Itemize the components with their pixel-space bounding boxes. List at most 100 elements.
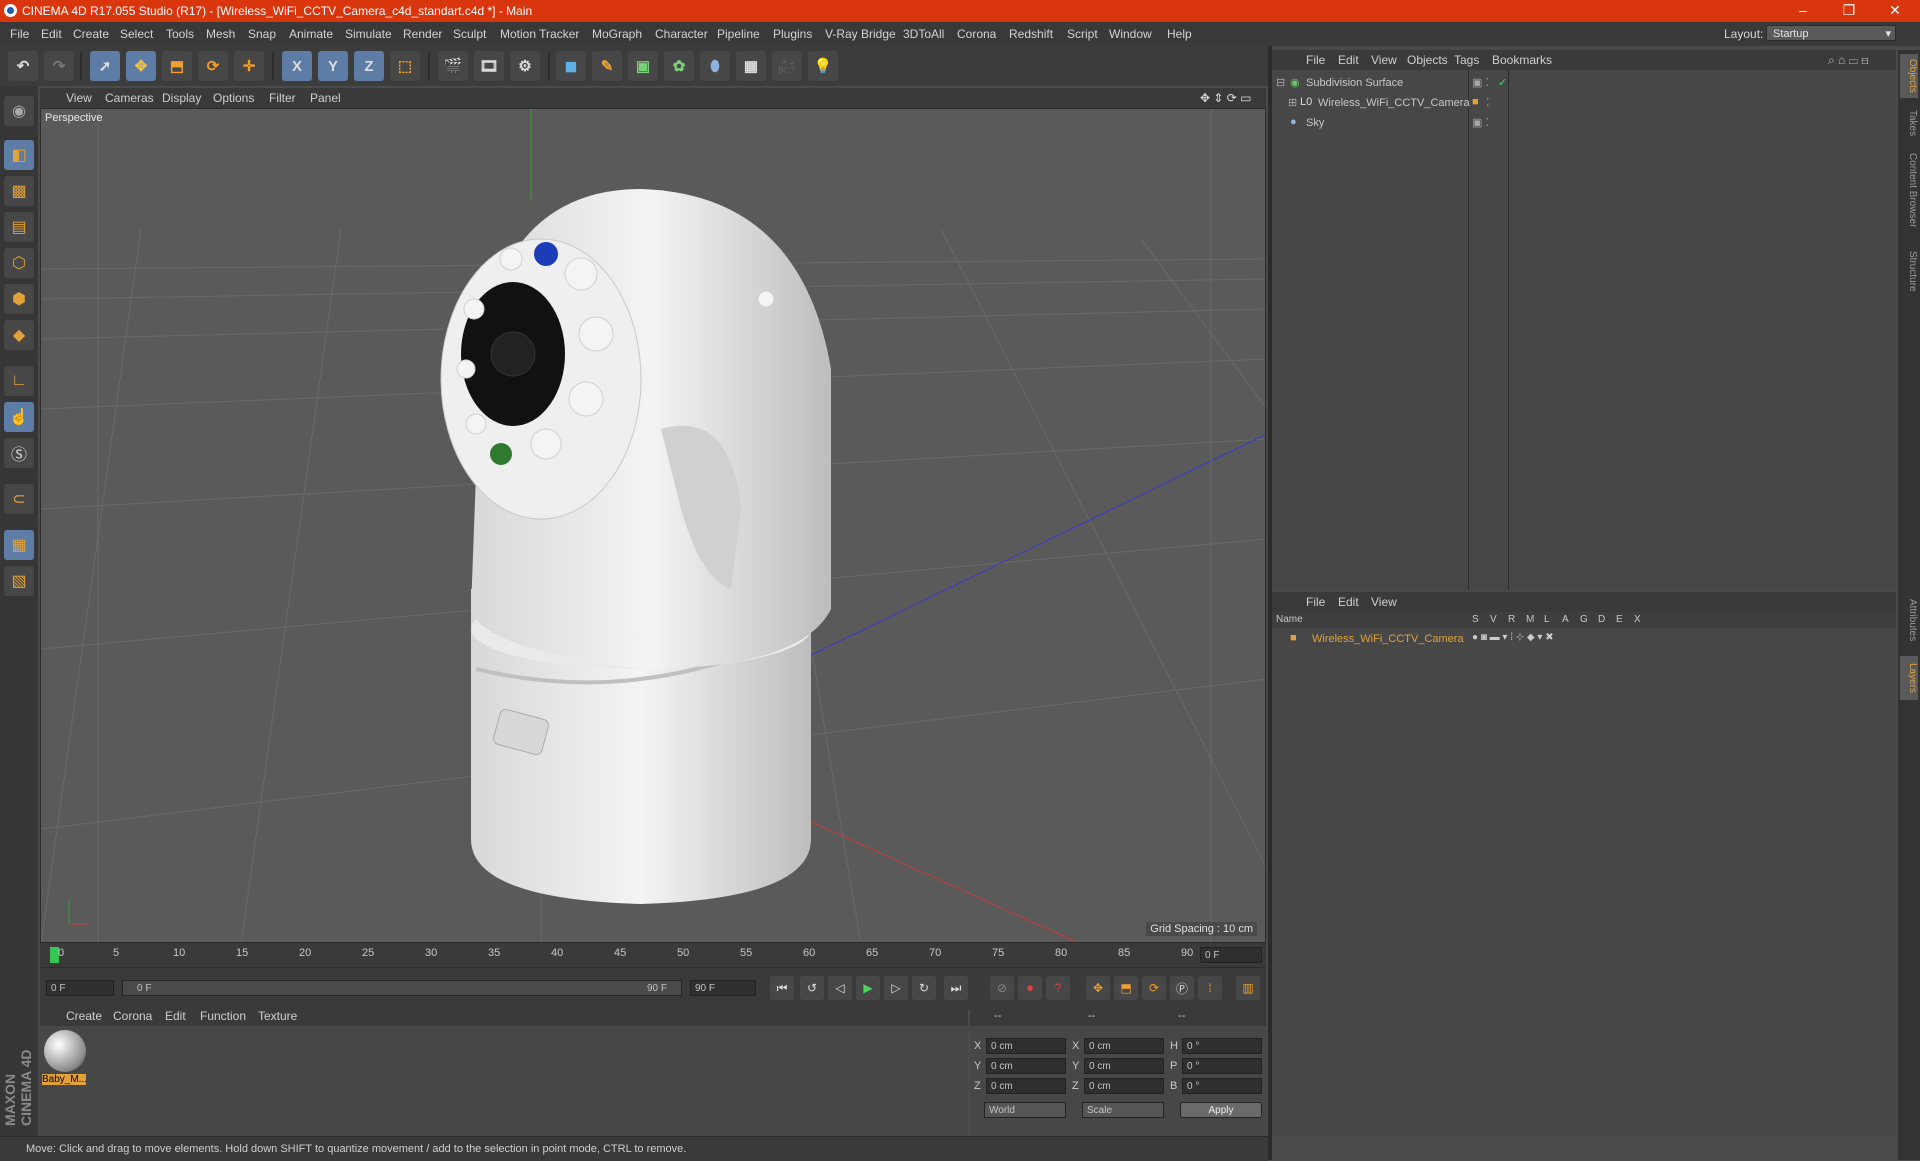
layer-color-swatch-icon[interactable]: ■: [1290, 632, 1297, 644]
menu-pipeline[interactable]: Pipeline: [717, 27, 760, 41]
key-point-level-icon[interactable]: ⁞: [1198, 976, 1222, 1000]
layer-toggle-icons[interactable]: ● ◙ ▬ ▾ ⁞ ⊹ ◆ ▾ ✖: [1472, 632, 1554, 643]
object-name[interactable]: Sky: [1306, 117, 1324, 129]
size-x-field[interactable]: 0 cm: [1084, 1038, 1164, 1054]
polygons-mode-icon[interactable]: ◆: [4, 320, 34, 350]
object-menu-file[interactable]: File: [1306, 53, 1325, 67]
move-tool-icon[interactable]: ✥: [126, 51, 156, 81]
viewport-nav-icons[interactable]: ✥ ⇕ ⟳ ▭: [1200, 91, 1252, 105]
material-preview-swatch[interactable]: [44, 1030, 86, 1072]
menu-simulate[interactable]: Simulate: [345, 27, 392, 41]
object-row[interactable]: ⊟ ◉ Subdivision Surface ▣ ⁚ ✓: [1272, 74, 1896, 93]
render-picture-viewer-icon[interactable]: 🎞: [474, 51, 504, 81]
object-menu-tags[interactable]: Tags: [1454, 53, 1479, 67]
object-menu-view[interactable]: View: [1371, 53, 1397, 67]
cloner-icon[interactable]: ✿: [664, 51, 694, 81]
menu-redshift[interactable]: Redshift: [1009, 27, 1053, 41]
viewport-menu-cameras[interactable]: Cameras: [105, 91, 154, 105]
render-view-icon[interactable]: 🎬: [438, 51, 468, 81]
tab-objects[interactable]: Objects: [1900, 54, 1918, 98]
edges-mode-icon[interactable]: ⬢: [4, 284, 34, 314]
layer-color-icon[interactable]: ■: [1472, 96, 1479, 108]
object-menu-edit[interactable]: Edit: [1338, 53, 1359, 67]
viewport-menu-display[interactable]: Display: [162, 91, 201, 105]
go-to-start-icon[interactable]: ⏮: [770, 976, 794, 1000]
viewport-menu-panel[interactable]: Panel: [310, 91, 341, 105]
material-menu-function[interactable]: Function: [200, 1009, 246, 1023]
perspective-viewport[interactable]: Perspective Grid Spacing : 10 cm: [40, 108, 1266, 943]
layer-name[interactable]: Wireless_WiFi_CCTV_Camera: [1312, 633, 1464, 645]
layer-row[interactable]: ■ Wireless_WiFi_CCTV_Camera ● ◙ ▬ ▾ ⁞ ⊹ …: [1272, 630, 1896, 649]
material-menu-texture[interactable]: Texture: [258, 1009, 297, 1023]
menu-vray-bridge[interactable]: V-Ray Bridge: [825, 27, 896, 41]
tab-takes[interactable]: Takes: [1900, 106, 1918, 140]
menu-script[interactable]: Script: [1067, 27, 1098, 41]
minimize-button[interactable]: –: [1780, 0, 1826, 22]
layer-menu-edit[interactable]: Edit: [1338, 595, 1359, 609]
tweak-mode-icon[interactable]: ☝: [4, 402, 34, 432]
redo-icon[interactable]: ↷: [44, 51, 74, 81]
axis-mode-icon[interactable]: ∟: [4, 366, 34, 396]
coordinate-mode-dropdown[interactable]: World: [984, 1102, 1066, 1118]
material-menu-create[interactable]: Create: [66, 1009, 102, 1023]
pen-spline-icon[interactable]: ✎: [592, 51, 622, 81]
end-frame-field[interactable]: 90 F: [690, 980, 756, 996]
menu-character[interactable]: Character: [655, 27, 708, 41]
render-settings-icon[interactable]: ⚙: [510, 51, 540, 81]
key-parameter-icon[interactable]: Ⓟ: [1170, 976, 1194, 1000]
viewport-menu-filter[interactable]: Filter: [269, 91, 296, 105]
previous-frame-icon[interactable]: ◁: [828, 976, 852, 1000]
key-position-icon[interactable]: ✥: [1086, 976, 1110, 1000]
floor-object-icon[interactable]: ▦: [736, 51, 766, 81]
workplane-lock-icon[interactable]: ▦: [4, 530, 34, 560]
y-axis-lock-button[interactable]: Y: [318, 51, 348, 81]
menu-snap[interactable]: Snap: [248, 27, 276, 41]
material-menu-corona[interactable]: Corona: [113, 1009, 152, 1023]
solo-mode-icon[interactable]: Ⓢ: [4, 438, 34, 468]
next-frame-icon[interactable]: ▷: [884, 976, 908, 1000]
scale-tool-icon[interactable]: ⬒: [162, 51, 192, 81]
timeline-window-icon[interactable]: ▥: [1236, 976, 1260, 1000]
camera-object-icon[interactable]: 🎥: [772, 51, 802, 81]
tab-content-browser[interactable]: Content Browser: [1900, 146, 1918, 234]
scale-mode-dropdown[interactable]: Scale: [1082, 1102, 1164, 1118]
object-name[interactable]: Subdivision Surface: [1306, 77, 1403, 89]
rotate-tool-icon[interactable]: ⟳: [198, 51, 228, 81]
play-forward-icon[interactable]: ▶: [856, 976, 880, 1000]
object-menu-objects[interactable]: Objects: [1407, 53, 1448, 67]
pos-z-field[interactable]: 0 cm: [986, 1078, 1066, 1094]
size-y-field[interactable]: 0 cm: [1084, 1058, 1164, 1074]
menu-select[interactable]: Select: [120, 27, 153, 41]
points-mode-icon[interactable]: ⬡: [4, 248, 34, 278]
transform-tool-icon[interactable]: ✛: [234, 51, 264, 81]
frame-range-slider[interactable]: 0 F 90 F: [122, 980, 682, 996]
material-name-label[interactable]: Baby_M...: [42, 1074, 86, 1085]
subdivision-surface-icon[interactable]: ▣: [628, 51, 658, 81]
layer-menu-view[interactable]: View: [1371, 595, 1397, 609]
cube-object-icon[interactable]: ◼: [556, 51, 586, 81]
coordinate-system-icon[interactable]: ⬚: [390, 51, 420, 81]
deformer-icon[interactable]: ⬮: [700, 51, 730, 81]
menu-help[interactable]: Help: [1167, 27, 1192, 41]
enabled-check-icon[interactable]: ✓: [1498, 76, 1507, 89]
restore-button[interactable]: ❐: [1826, 0, 1872, 22]
tab-layers[interactable]: Layers: [1900, 656, 1918, 700]
texture-mode-icon[interactable]: ▩: [4, 176, 34, 206]
key-rotation-icon[interactable]: ⟳: [1142, 976, 1166, 1000]
collapse-icon[interactable]: ⊟: [1276, 76, 1285, 89]
pos-x-field[interactable]: 0 cm: [986, 1038, 1066, 1054]
viewport-menu-options[interactable]: Options: [213, 91, 254, 105]
menu-sculpt[interactable]: Sculpt: [453, 27, 486, 41]
pos-y-field[interactable]: 0 cm: [986, 1058, 1066, 1074]
z-axis-lock-button[interactable]: Z: [354, 51, 384, 81]
start-frame-field[interactable]: 0 F: [46, 980, 114, 996]
visibility-dots-icon[interactable]: ⁚: [1486, 96, 1490, 109]
menu-animate[interactable]: Animate: [289, 27, 333, 41]
key-scale-icon[interactable]: ⬒: [1114, 976, 1138, 1000]
previous-key-icon[interactable]: ↺: [800, 976, 824, 1000]
layer-menu-file[interactable]: File: [1306, 595, 1325, 609]
workplane-align-icon[interactable]: ▧: [4, 566, 34, 596]
workplane-mode-icon[interactable]: ▤: [4, 212, 34, 242]
menu-mesh[interactable]: Mesh: [206, 27, 235, 41]
layout-dropdown[interactable]: Startup: [1766, 25, 1896, 42]
